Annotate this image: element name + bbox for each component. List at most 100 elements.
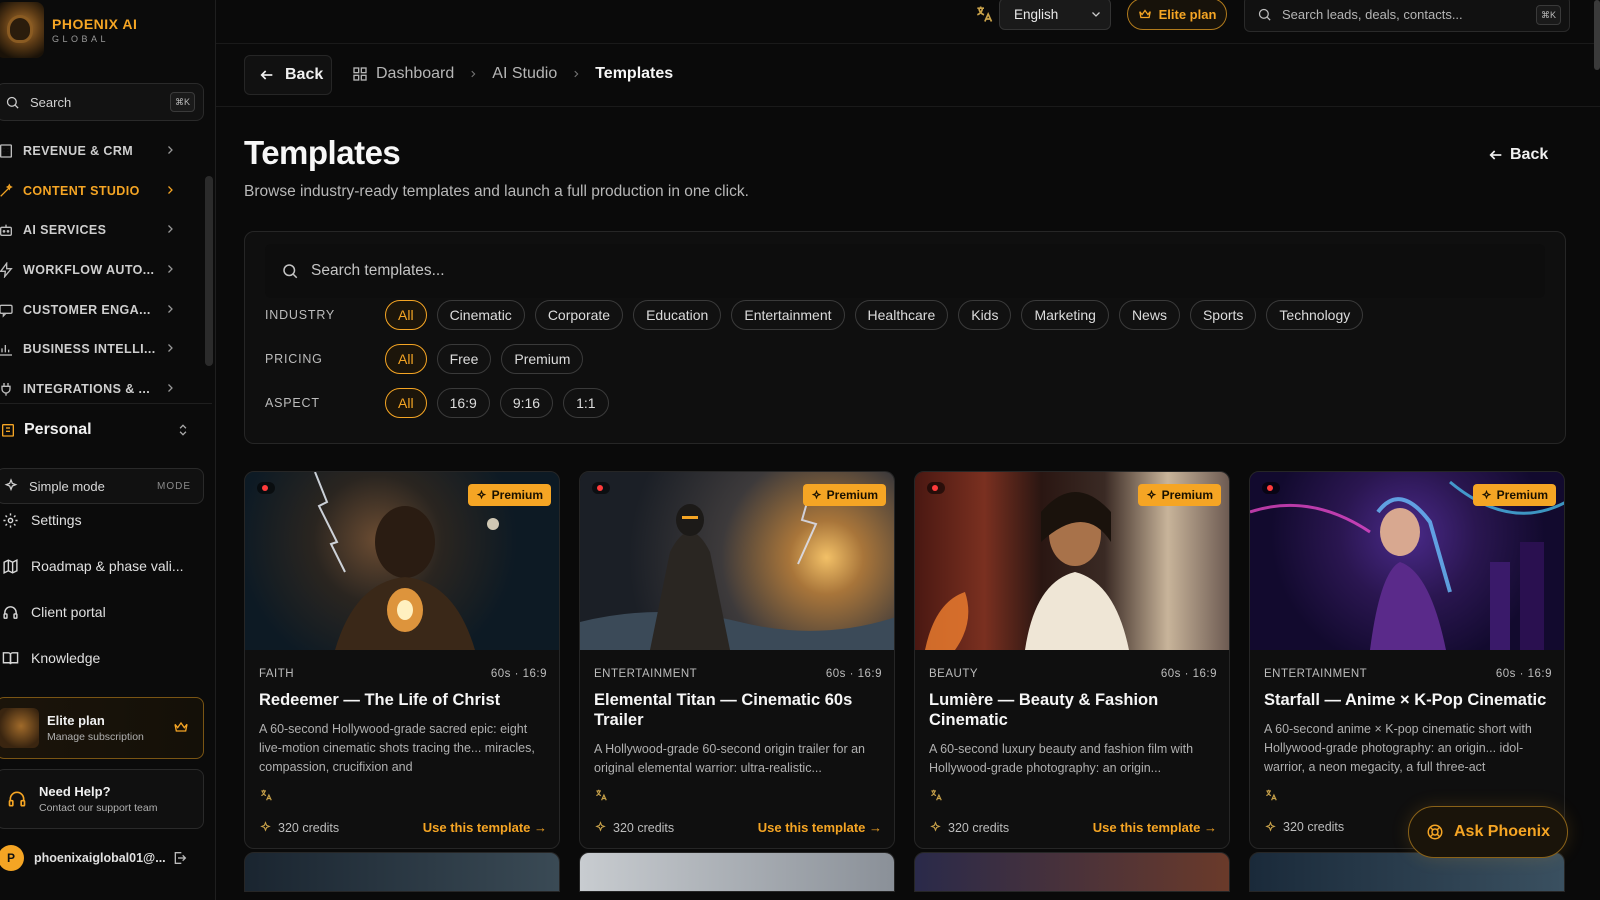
filter-chip[interactable]: All — [385, 344, 427, 374]
logout-icon[interactable] — [172, 850, 188, 866]
arrow-left-icon — [1488, 147, 1504, 163]
sparkle-icon — [476, 489, 487, 501]
template-card-peek[interactable] — [914, 852, 1230, 892]
template-card-peek[interactable] — [1249, 852, 1565, 892]
filter-chip[interactable]: Cinematic — [436, 300, 525, 330]
template-category: ENTERTAINMENT — [1264, 668, 1368, 680]
template-meta: ENTERTAINMENT 60s · 16:9 — [594, 668, 882, 680]
template-card[interactable]: Premium BEAUTY 60s · 16:9 Lumière — Beau… — [914, 471, 1230, 849]
template-credits: 320 credits — [929, 821, 1009, 835]
sidebar-item-customer-engagement[interactable]: CUSTOMER ENGA... — [0, 290, 200, 330]
filter-chip[interactable]: Technology — [1266, 300, 1364, 330]
filter-chip[interactable]: Kids — [958, 300, 1012, 330]
ask-phoenix-button[interactable]: Ask Phoenix — [1408, 806, 1568, 858]
filter-chip[interactable]: News — [1118, 300, 1180, 330]
premium-label: Premium — [1496, 488, 1548, 502]
template-duration: 60s · 16:9 — [1495, 668, 1552, 680]
sidebar-search-label: Search — [30, 94, 72, 110]
template-card-peek[interactable] — [244, 852, 560, 892]
global-search-input[interactable]: Search leads, deals, contacts... ⌘K — [1244, 0, 1570, 32]
filter-chip[interactable]: 1:1 — [563, 388, 609, 418]
help-card[interactable]: Need Help? Contact our support team — [0, 769, 204, 829]
sidebar-item-label: WORKFLOW AUTO... — [23, 262, 155, 277]
back-button[interactable]: Back — [244, 55, 332, 95]
sidebar-item-label: CONTENT STUDIO — [23, 183, 140, 198]
filter-panel: Search templates... INDUSTRY All Cinemat… — [244, 231, 1566, 444]
filter-chip[interactable]: All — [385, 388, 427, 418]
template-card-peek[interactable] — [579, 852, 895, 892]
filter-chip[interactable]: 16:9 — [436, 388, 490, 418]
filter-chip[interactable]: Healthcare — [854, 300, 949, 330]
template-card[interactable]: Premium FAITH 60s · 16:9 Redeemer — The … — [244, 471, 560, 849]
sidebar-search[interactable]: Search ⌘K — [0, 83, 204, 121]
template-description: A Hollywood-grade 60-second origin trail… — [594, 742, 865, 775]
use-template-link[interactable]: Use this template → — [758, 820, 882, 835]
mode-tag: MODE — [157, 480, 191, 492]
sidebar-link-client-portal[interactable]: Client portal — [2, 600, 106, 624]
sidebar-item-business-intelligence[interactable]: BUSINESS INTELLI... — [0, 329, 200, 369]
filter-chip[interactable]: Education — [633, 300, 722, 330]
template-card[interactable]: Premium ENTERTAINMENT 60s · 16:9 Element… — [579, 471, 895, 849]
sidebar-link-knowledge[interactable]: Knowledge — [2, 646, 100, 670]
template-footer: 320 credits Use this template → — [929, 820, 1217, 835]
filter-chip[interactable]: 9:16 — [499, 388, 554, 418]
filter-chip[interactable]: Premium — [501, 344, 584, 374]
template-category: FAITH — [259, 668, 295, 680]
chevron-right-icon — [164, 303, 176, 315]
sidebar-item-label: BUSINESS INTELLI... — [23, 342, 156, 357]
back-link[interactable]: Back — [1488, 146, 1548, 164]
recording-dot-icon — [927, 482, 945, 494]
filter-chip[interactable]: Marketing — [1021, 300, 1109, 330]
language-select[interactable]: English — [999, 0, 1111, 30]
template-search-input[interactable]: Search templates... — [265, 244, 1545, 298]
sparkle-icon — [929, 821, 942, 834]
workspace-name: Personal — [24, 421, 92, 438]
search-icon — [5, 95, 20, 110]
wand-icon — [0, 183, 14, 199]
template-card[interactable]: Premium ENTERTAINMENT 60s · 16:9 Starfal… — [1249, 471, 1565, 849]
template-thumbnail: Premium — [580, 472, 894, 650]
support-icon — [1426, 823, 1444, 841]
elite-plan-button[interactable]: Elite plan — [1127, 0, 1227, 30]
filter-chip[interactable]: Free — [436, 344, 492, 374]
sidebar-item-content-studio[interactable]: CONTENT STUDIO — [0, 171, 200, 211]
sidebar-scrollbar[interactable] — [205, 176, 213, 366]
filter-chip[interactable]: All — [385, 300, 427, 330]
use-template-link[interactable]: Use this template → — [1093, 820, 1217, 835]
simple-mode-toggle[interactable]: Simple mode MODE — [0, 468, 204, 504]
chevron-right-icon — [164, 184, 176, 196]
template-thumbnail: Premium — [915, 472, 1229, 650]
sidebar-item-ai-services[interactable]: AI SERVICES — [0, 210, 200, 250]
sidebar-item-revenue-crm[interactable]: REVENUE & CRM — [0, 131, 200, 171]
filter-chip[interactable]: Corporate — [534, 300, 624, 330]
chevron-right-icon — [164, 223, 176, 235]
aspect-filter-row: ASPECT All 16:9 9:16 1:1 — [265, 388, 619, 418]
shortcut-hint: ⌘K — [1535, 5, 1561, 25]
sidebar-link-label: Knowledge — [31, 650, 101, 666]
breadcrumb-dashboard[interactable]: Dashboard — [376, 65, 454, 83]
sidebar-item-workflow[interactable]: WORKFLOW AUTO... — [0, 250, 200, 290]
global-search-placeholder: Search leads, deals, contacts... — [1282, 6, 1463, 22]
sidebar-link-roadmap[interactable]: Roadmap & phase vali... — [2, 554, 184, 578]
brand[interactable]: PHOENIX AI GLOBAL — [0, 0, 216, 60]
bot-icon — [0, 222, 14, 238]
back-label: Back — [285, 66, 324, 83]
chevron-right-icon — [164, 382, 176, 394]
elite-plan-card[interactable]: Elite plan Manage subscription — [0, 697, 204, 759]
filter-chip[interactable]: Entertainment — [731, 300, 845, 330]
help-title: Need Help? — [39, 784, 111, 799]
premium-badge: Premium — [1137, 484, 1221, 506]
template-credits: 320 credits — [1264, 820, 1344, 834]
page-subtitle: Browse industry-ready templates and laun… — [244, 183, 749, 200]
breadcrumb-ai-studio[interactable]: AI Studio — [492, 65, 557, 83]
use-template-link[interactable]: Use this template → — [423, 820, 547, 835]
template-credits: 320 credits — [594, 821, 674, 835]
workspace-switcher[interactable]: Personal — [0, 418, 200, 442]
filter-chip[interactable]: Sports — [1189, 300, 1257, 330]
translate-icon — [594, 788, 608, 802]
sparkle-icon — [1146, 489, 1157, 501]
user-profile[interactable]: P phoenixaiglobal01@... — [0, 842, 200, 874]
sidebar-link-settings[interactable]: Settings — [2, 508, 82, 532]
breadcrumb-current: Templates — [595, 65, 674, 82]
translate-icon[interactable] — [974, 4, 994, 24]
